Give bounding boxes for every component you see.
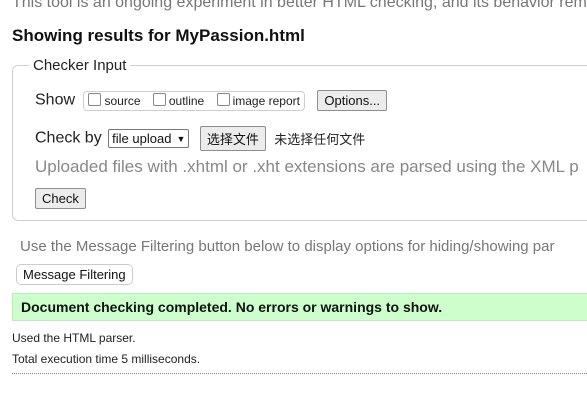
check-by-row: Check by file upload ▼ 选择文件 未选择任何文件: [35, 126, 365, 151]
outline-checkbox[interactable]: [152, 92, 166, 106]
message-filtering-button[interactable]: Message Filtering: [16, 264, 133, 285]
image-report-option[interactable]: image report: [216, 92, 300, 108]
intro-text: This tool is an ongoing experiment in be…: [12, 0, 587, 11]
check-by-select[interactable]: file upload ▼: [108, 129, 190, 148]
check-row: Check: [35, 188, 86, 209]
outline-option[interactable]: outline: [152, 92, 208, 108]
check-by-selected-value: file upload: [112, 131, 172, 146]
source-option[interactable]: source: [88, 92, 143, 108]
success-banner: Document checking completed. No errors o…: [12, 293, 587, 321]
show-label: Show: [35, 91, 76, 109]
parser-info: Used the HTML parser.: [12, 331, 136, 345]
options-button[interactable]: Options...: [317, 90, 388, 111]
show-options-row: Show source outline image report Options…: [35, 90, 388, 111]
no-file-chosen-text: 未选择任何文件: [274, 132, 366, 147]
filter-hint-text: Use the Message Filtering button below t…: [20, 238, 555, 255]
image-report-checkbox[interactable]: [216, 92, 230, 106]
checker-input-fieldset: Checker Input Show source outline image …: [12, 57, 587, 221]
show-checkbox-group: source outline image report: [83, 90, 305, 111]
dotted-divider: [12, 373, 587, 374]
checker-input-legend: Checker Input: [29, 57, 131, 74]
execution-time: Total execution time 5 milliseconds.: [12, 352, 201, 366]
image-report-checkbox-label: image report: [232, 93, 300, 108]
upload-note: Uploaded files with .xhtml or .xht exten…: [35, 157, 579, 176]
source-checkbox-label: source: [104, 93, 141, 108]
dropdown-arrow-icon: ▼: [176, 134, 186, 144]
result-message: Document checking completed. No errors o…: [21, 299, 443, 315]
outline-checkbox-label: outline: [168, 93, 205, 108]
source-checkbox[interactable]: [88, 92, 102, 106]
check-by-label: Check by: [35, 129, 102, 147]
check-button[interactable]: Check: [35, 188, 86, 209]
results-heading: Showing results for MyPassion.html: [12, 26, 305, 45]
choose-file-button[interactable]: 选择文件: [199, 126, 266, 151]
